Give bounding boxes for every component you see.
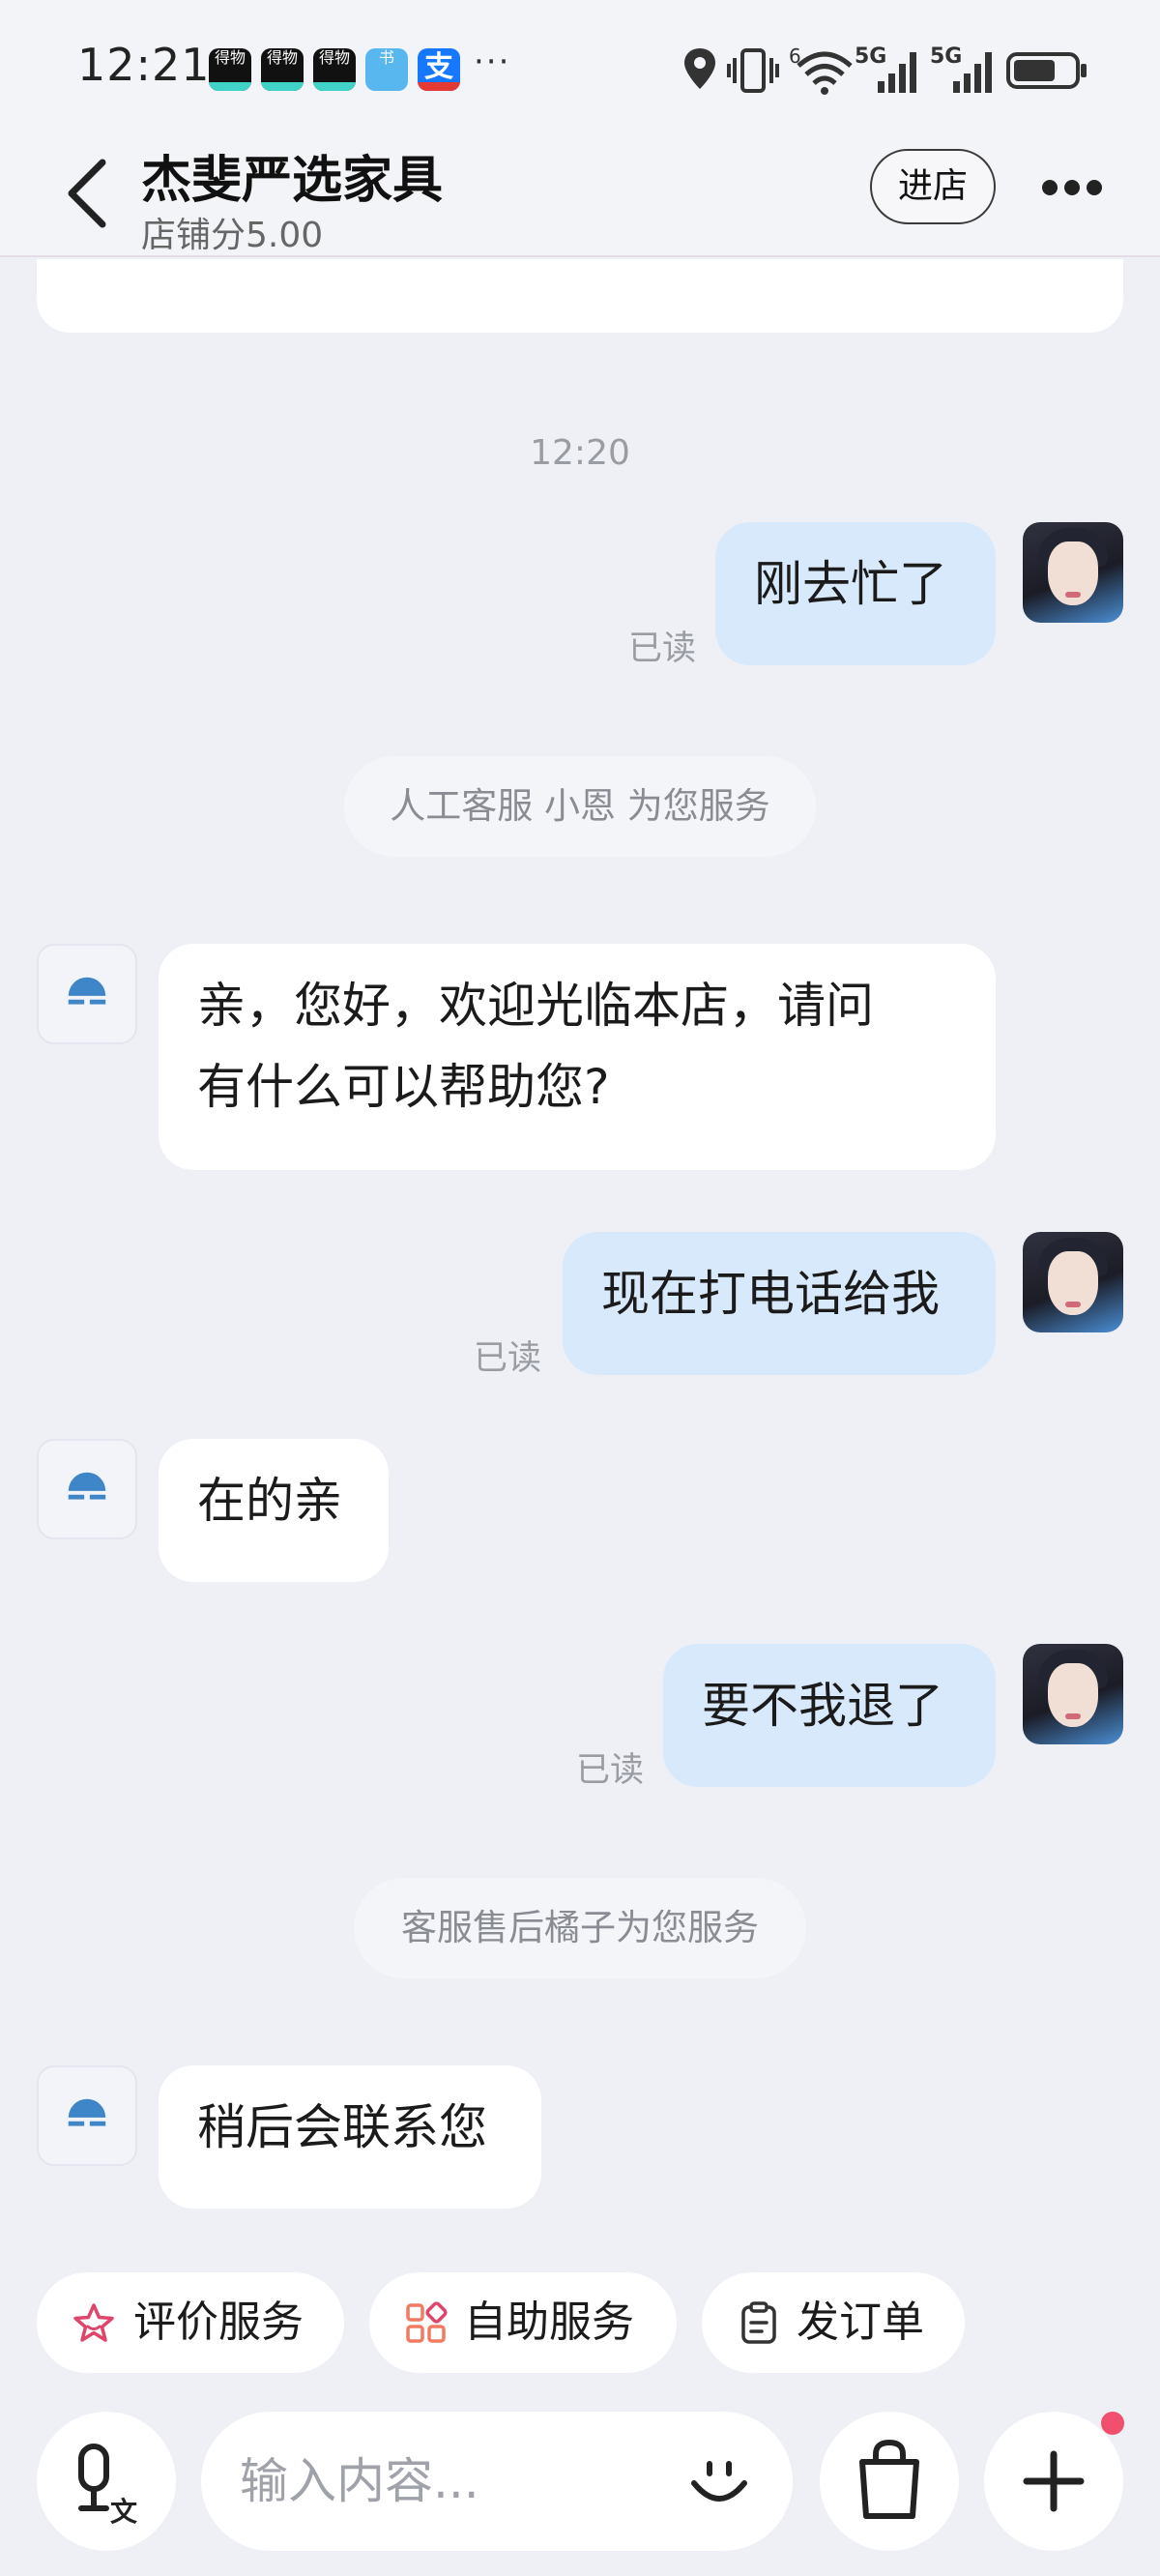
message-input[interactable] [240, 2444, 646, 2518]
battery-icon [1006, 52, 1087, 89]
system-notice: 人工客服 小恩 为您服务 [344, 756, 816, 857]
dewu-app-icon: 得物 [313, 48, 356, 91]
product-card[interactable] [37, 259, 1123, 333]
shopping-bag-icon [859, 2439, 919, 2519]
shopping-bag-button[interactable] [820, 2412, 959, 2551]
my-message-bubble[interactable]: 现在打电话给我 [563, 1232, 996, 1375]
signal-icon [878, 52, 916, 93]
status-bar: 12:21 得物 得物 得物 书 支 ··· 6 5G 5G [0, 0, 1160, 135]
more-notifications-icon: ··· [474, 43, 511, 81]
reader-app-icon: 书 [365, 48, 408, 91]
message-input-box[interactable] [201, 2412, 793, 2551]
enter-shop-button[interactable]: 进店 [870, 149, 996, 224]
service-agent-icon [68, 977, 106, 1005]
shop-message-bubble[interactable]: 稍后会联系您 [159, 2065, 541, 2209]
chip-label: 评价服务 [133, 2298, 304, 2347]
wifi-icon [797, 51, 853, 95]
user-avatar[interactable] [1023, 522, 1123, 623]
service-agent-icon [68, 1472, 106, 1500]
dewu-app-icon: 得物 [261, 48, 304, 91]
alipay-app-icon: 支 [418, 48, 460, 91]
shop-avatar[interactable] [37, 944, 137, 1044]
chip-label: 自助服务 [464, 2298, 634, 2347]
chat-header: 杰斐严选家具 店铺分5.00 进店 [0, 135, 1160, 257]
more-functions-button[interactable] [984, 2412, 1123, 2551]
notification-dot [1101, 2412, 1124, 2435]
plus-icon [1023, 2450, 1085, 2512]
read-receipt: 已读 [474, 1339, 542, 1378]
my-message-bubble[interactable]: 刚去忙了 [715, 522, 996, 665]
chip-label: 发订单 [797, 2298, 924, 2347]
read-receipt: 已读 [628, 629, 697, 668]
translate-badge: 文 [110, 2496, 138, 2528]
user-avatar[interactable] [1023, 1644, 1123, 1744]
vibrate-icon [727, 48, 779, 93]
order-icon [741, 2301, 776, 2344]
service-agent-icon [68, 2098, 106, 2126]
shop-message-bubble[interactable]: 亲，您好，欢迎光临本店，请问 有什么可以帮助您? [159, 944, 996, 1170]
back-arrow-icon[interactable] [60, 155, 118, 232]
rate-service-button[interactable]: 评价服务 [37, 2272, 344, 2373]
voice-input-button[interactable]: 文 [37, 2412, 176, 2551]
dewu-app-icon: 得物 [209, 48, 251, 91]
signal-icon [953, 52, 992, 93]
emoji-icon[interactable] [684, 2446, 754, 2516]
location-icon [684, 48, 715, 89]
user-avatar[interactable] [1023, 1232, 1123, 1332]
message-line: 有什么可以帮助您? [197, 1059, 610, 1115]
star-icon [73, 2303, 114, 2342]
shop-score: 店铺分5.00 [141, 216, 324, 255]
self-service-button[interactable]: 自助服务 [369, 2272, 677, 2373]
status-time: 12:21 [77, 39, 211, 91]
more-options-icon[interactable] [1038, 170, 1106, 209]
shop-avatar[interactable] [37, 2065, 137, 2166]
shop-avatar[interactable] [37, 1439, 137, 1539]
microphone-icon [78, 2444, 109, 2511]
shop-message-bubble[interactable]: 在的亲 [159, 1439, 389, 1582]
my-message-bubble[interactable]: 要不我退了 [663, 1644, 996, 1787]
read-receipt: 已读 [576, 1751, 645, 1790]
message-timestamp: 12:20 [530, 433, 630, 473]
system-notice: 客服售后橘子为您服务 [354, 1878, 806, 1978]
grid-icon [406, 2301, 448, 2343]
shop-title[interactable]: 杰斐严选家具 [141, 139, 443, 212]
message-line: 亲，您好，欢迎光临本店，请问 [197, 978, 874, 1034]
send-order-button[interactable]: 发订单 [702, 2272, 965, 2373]
